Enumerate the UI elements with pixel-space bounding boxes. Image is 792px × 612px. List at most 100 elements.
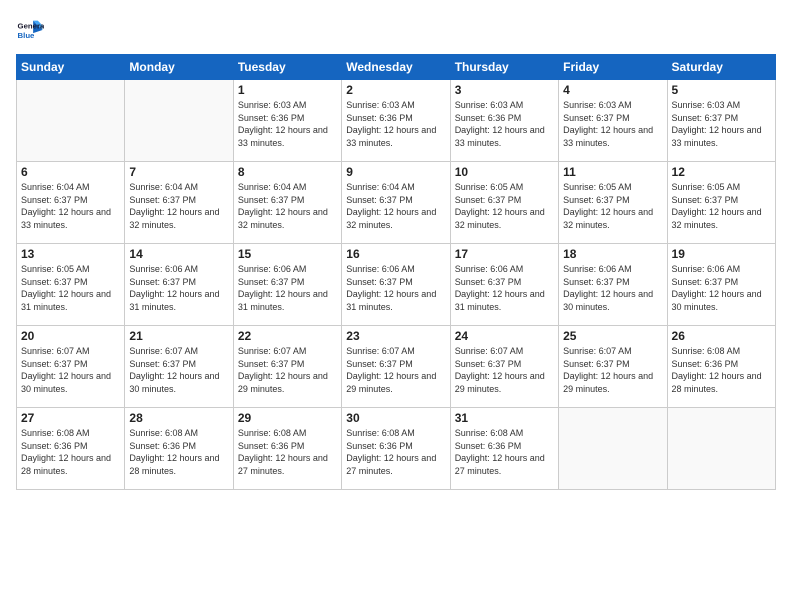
- day-info: Sunrise: 6:03 AMSunset: 6:37 PMDaylight:…: [563, 99, 662, 149]
- calendar-cell: 26 Sunrise: 6:08 AMSunset: 6:36 PMDayligh…: [667, 326, 775, 408]
- calendar-cell: 19 Sunrise: 6:06 AMSunset: 6:37 PMDayligh…: [667, 244, 775, 326]
- day-number: 25: [563, 329, 662, 343]
- calendar-cell: 18 Sunrise: 6:06 AMSunset: 6:37 PMDayligh…: [559, 244, 667, 326]
- calendar-cell: 9 Sunrise: 6:04 AMSunset: 6:37 PMDaylight…: [342, 162, 450, 244]
- day-info: Sunrise: 6:05 AMSunset: 6:37 PMDaylight:…: [21, 263, 120, 313]
- calendar-body: 1Sunrise: 6:03 AMSunset: 6:36 PMDaylight…: [17, 80, 776, 490]
- calendar-cell: 20 Sunrise: 6:07 AMSunset: 6:37 PMDayligh…: [17, 326, 125, 408]
- day-number: 19: [672, 247, 771, 261]
- day-number: 15: [238, 247, 337, 261]
- calendar-week-row: 13 Sunrise: 6:05 AMSunset: 6:37 PMDayligh…: [17, 244, 776, 326]
- weekday-header: Thursday: [450, 55, 558, 80]
- calendar-cell: 21 Sunrise: 6:07 AMSunset: 6:37 PMDayligh…: [125, 326, 233, 408]
- day-number: 20: [21, 329, 120, 343]
- day-info: Sunrise: 6:08 AMSunset: 6:36 PMDaylight:…: [672, 345, 771, 395]
- calendar-cell: 12 Sunrise: 6:05 AMSunset: 6:37 PMDayligh…: [667, 162, 775, 244]
- calendar-cell: 3Sunrise: 6:03 AMSunset: 6:36 PMDaylight…: [450, 80, 558, 162]
- day-info: Sunrise: 6:07 AMSunset: 6:37 PMDaylight:…: [238, 345, 337, 395]
- day-number: 31: [455, 411, 554, 425]
- day-number: 21: [129, 329, 228, 343]
- day-info: Sunrise: 6:04 AMSunset: 6:37 PMDaylight:…: [238, 181, 337, 231]
- day-number: 13: [21, 247, 120, 261]
- day-number: 29: [238, 411, 337, 425]
- calendar-cell: 5 Sunrise: 6:03 AMSunset: 6:37 PMDaylight…: [667, 80, 775, 162]
- day-info: Sunrise: 6:05 AMSunset: 6:37 PMDaylight:…: [563, 181, 662, 231]
- day-info: Sunrise: 6:08 AMSunset: 6:36 PMDaylight:…: [21, 427, 120, 477]
- calendar-cell: 17Sunrise: 6:06 AMSunset: 6:37 PMDayligh…: [450, 244, 558, 326]
- page-container: General Blue SundayMondayTuesdayWednesda…: [0, 0, 792, 498]
- day-number: 16: [346, 247, 445, 261]
- day-number: 10: [455, 165, 554, 179]
- day-number: 26: [672, 329, 771, 343]
- day-info: Sunrise: 6:06 AMSunset: 6:37 PMDaylight:…: [346, 263, 445, 313]
- weekday-header: Saturday: [667, 55, 775, 80]
- calendar-cell: 11 Sunrise: 6:05 AMSunset: 6:37 PMDayligh…: [559, 162, 667, 244]
- day-info: Sunrise: 6:07 AMSunset: 6:37 PMDaylight:…: [346, 345, 445, 395]
- day-info: Sunrise: 6:03 AMSunset: 6:36 PMDaylight:…: [238, 99, 337, 149]
- day-number: 27: [21, 411, 120, 425]
- calendar-cell: [17, 80, 125, 162]
- day-number: 14: [129, 247, 228, 261]
- calendar-cell: 1Sunrise: 6:03 AMSunset: 6:36 PMDaylight…: [233, 80, 341, 162]
- calendar-cell: 4 Sunrise: 6:03 AMSunset: 6:37 PMDaylight…: [559, 80, 667, 162]
- calendar-cell: 13 Sunrise: 6:05 AMSunset: 6:37 PMDayligh…: [17, 244, 125, 326]
- calendar-cell: 2 Sunrise: 6:03 AMSunset: 6:36 PMDaylight…: [342, 80, 450, 162]
- day-number: 7: [129, 165, 228, 179]
- calendar-cell: 14 Sunrise: 6:06 AMSunset: 6:37 PMDayligh…: [125, 244, 233, 326]
- day-info: Sunrise: 6:03 AMSunset: 6:36 PMDaylight:…: [346, 99, 445, 149]
- day-info: Sunrise: 6:06 AMSunset: 6:37 PMDaylight:…: [563, 263, 662, 313]
- weekday-header: Tuesday: [233, 55, 341, 80]
- day-number: 30: [346, 411, 445, 425]
- calendar-cell: 7Sunrise: 6:04 AMSunset: 6:37 PMDaylight…: [125, 162, 233, 244]
- day-info: Sunrise: 6:03 AMSunset: 6:36 PMDaylight:…: [455, 99, 554, 149]
- calendar-header-row: SundayMondayTuesdayWednesdayThursdayFrid…: [17, 55, 776, 80]
- day-info: Sunrise: 6:04 AMSunset: 6:37 PMDaylight:…: [346, 181, 445, 231]
- day-info: Sunrise: 6:03 AMSunset: 6:37 PMDaylight:…: [672, 99, 771, 149]
- calendar-cell: 30 Sunrise: 6:08 AMSunset: 6:36 PMDayligh…: [342, 408, 450, 490]
- day-info: Sunrise: 6:07 AMSunset: 6:37 PMDaylight:…: [21, 345, 120, 395]
- day-info: Sunrise: 6:07 AMSunset: 6:37 PMDaylight:…: [563, 345, 662, 395]
- logo: General Blue: [16, 16, 46, 44]
- calendar-cell: 25 Sunrise: 6:07 AMSunset: 6:37 PMDayligh…: [559, 326, 667, 408]
- calendar-week-row: 6Sunrise: 6:04 AMSunset: 6:37 PMDaylight…: [17, 162, 776, 244]
- calendar-cell: 8 Sunrise: 6:04 AMSunset: 6:37 PMDaylight…: [233, 162, 341, 244]
- day-number: 12: [672, 165, 771, 179]
- day-info: Sunrise: 6:07 AMSunset: 6:37 PMDaylight:…: [129, 345, 228, 395]
- calendar-week-row: 1Sunrise: 6:03 AMSunset: 6:36 PMDaylight…: [17, 80, 776, 162]
- svg-text:Blue: Blue: [18, 31, 36, 40]
- calendar-cell: 31 Sunrise: 6:08 AMSunset: 6:36 PMDayligh…: [450, 408, 558, 490]
- day-info: Sunrise: 6:08 AMSunset: 6:36 PMDaylight:…: [455, 427, 554, 477]
- day-number: 4: [563, 83, 662, 97]
- day-number: 18: [563, 247, 662, 261]
- calendar-cell: 24 Sunrise: 6:07 AMSunset: 6:37 PMDayligh…: [450, 326, 558, 408]
- day-info: Sunrise: 6:07 AMSunset: 6:37 PMDaylight:…: [455, 345, 554, 395]
- day-number: 5: [672, 83, 771, 97]
- day-info: Sunrise: 6:06 AMSunset: 6:37 PMDaylight:…: [238, 263, 337, 313]
- day-number: 8: [238, 165, 337, 179]
- day-info: Sunrise: 6:08 AMSunset: 6:36 PMDaylight:…: [346, 427, 445, 477]
- day-info: Sunrise: 6:05 AMSunset: 6:37 PMDaylight:…: [455, 181, 554, 231]
- day-number: 11: [563, 165, 662, 179]
- day-info: Sunrise: 6:06 AMSunset: 6:37 PMDaylight:…: [129, 263, 228, 313]
- day-number: 2: [346, 83, 445, 97]
- day-number: 17: [455, 247, 554, 261]
- weekday-header: Sunday: [17, 55, 125, 80]
- calendar-cell: 27 Sunrise: 6:08 AMSunset: 6:36 PMDayligh…: [17, 408, 125, 490]
- weekday-header: Wednesday: [342, 55, 450, 80]
- calendar-cell: 15 Sunrise: 6:06 AMSunset: 6:37 PMDayligh…: [233, 244, 341, 326]
- day-number: 24: [455, 329, 554, 343]
- weekday-header: Friday: [559, 55, 667, 80]
- day-info: Sunrise: 6:06 AMSunset: 6:37 PMDaylight:…: [672, 263, 771, 313]
- calendar-cell: 23Sunrise: 6:07 AMSunset: 6:37 PMDayligh…: [342, 326, 450, 408]
- logo-icon: General Blue: [16, 16, 44, 44]
- day-info: Sunrise: 6:05 AMSunset: 6:37 PMDaylight:…: [672, 181, 771, 231]
- calendar-cell: 28Sunrise: 6:08 AMSunset: 6:36 PMDayligh…: [125, 408, 233, 490]
- calendar-cell: 16 Sunrise: 6:06 AMSunset: 6:37 PMDayligh…: [342, 244, 450, 326]
- day-number: 28: [129, 411, 228, 425]
- day-number: 9: [346, 165, 445, 179]
- day-info: Sunrise: 6:04 AMSunset: 6:37 PMDaylight:…: [21, 181, 120, 231]
- svg-text:General: General: [18, 21, 44, 30]
- header: General Blue: [16, 16, 776, 44]
- calendar-cell: [559, 408, 667, 490]
- calendar-cell: [125, 80, 233, 162]
